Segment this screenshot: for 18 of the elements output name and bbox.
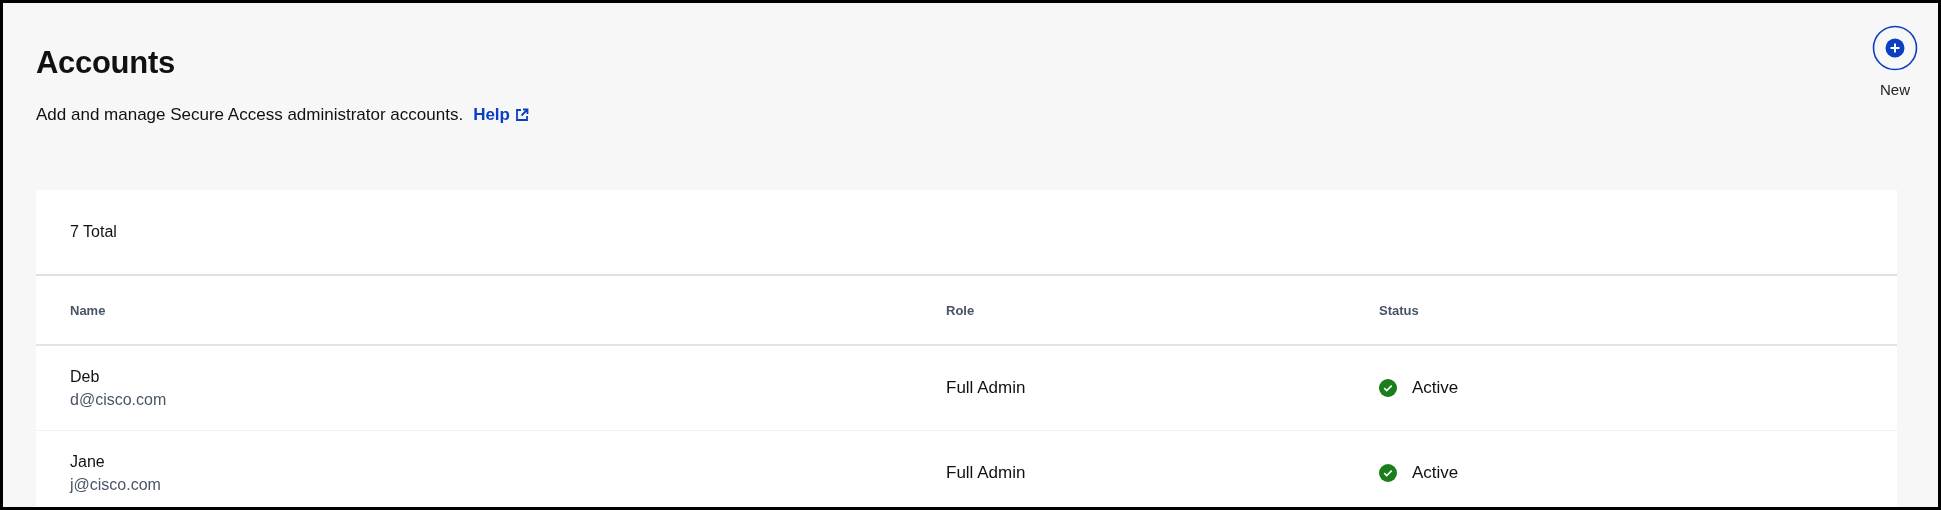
column-header: Name (70, 302, 107, 318)
external-link-icon (514, 108, 529, 122)
account-email: j@cisco.com (70, 475, 162, 494)
plus-circle-icon (1872, 25, 1918, 71)
status-label: Active (1412, 463, 1459, 483)
account-name: Jane (70, 452, 106, 471)
column-header: Role (946, 302, 976, 318)
help-link[interactable]: Help (473, 105, 529, 125)
role-cell-text: Full Admin (946, 463, 1027, 483)
total-count: 7 Total (70, 223, 117, 241)
account-email: d@cisco.com (70, 390, 168, 409)
new-button[interactable]: New (1865, 25, 1925, 105)
page-description: Add and manage Secure Access administrator accounts. (36, 105, 464, 125)
role-cell-text: Full Admin (946, 378, 1027, 398)
page-title: Accounts (36, 45, 176, 81)
account-name: Deb (70, 367, 101, 386)
status-label: Active (1412, 378, 1459, 398)
column-header: Status (1379, 302, 1420, 318)
